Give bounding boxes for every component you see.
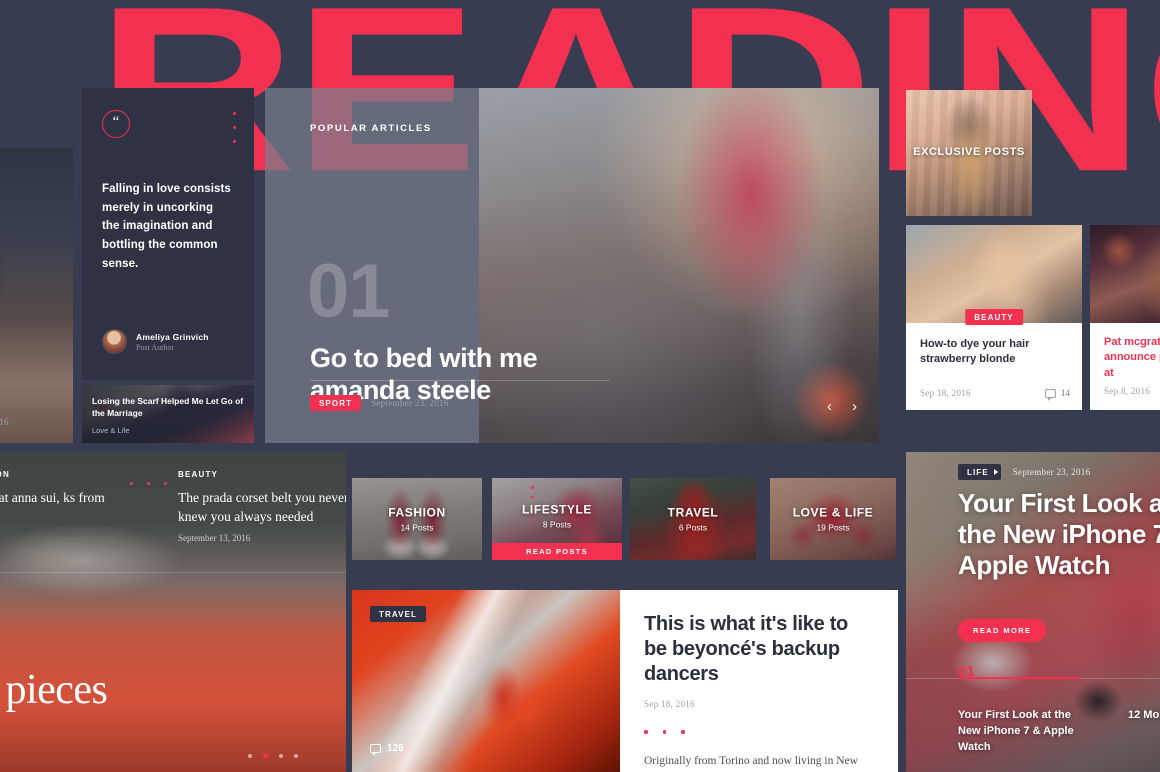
pat-photo-wrap: [1090, 225, 1160, 323]
post-b-dots-decoration: [130, 472, 181, 490]
beauty-category-chip[interactable]: BEAUTY: [965, 309, 1023, 325]
pagination-dot-3[interactable]: [279, 753, 283, 758]
fashion-count: 14 Posts: [400, 522, 434, 533]
comment-icon: [1045, 388, 1056, 401]
iphone-thumb-1[interactable]: Your First Look at the New iPhone 7 & Ap…: [958, 708, 1082, 756]
beauty-comment-count: 14: [1061, 388, 1070, 398]
beyonce-comments: 126: [370, 743, 404, 756]
pat-photo: [1090, 225, 1160, 323]
left-cutoff-title: s without: [0, 377, 63, 389]
love-life-count: 19 Posts: [816, 522, 850, 533]
beyonce-date: Sep 18, 2016: [644, 698, 695, 709]
left-cutoff-date: Sep 25, 2016: [0, 417, 9, 427]
scarf-card-body: Losing the Scarf Helped Me Let Go of the…: [92, 395, 244, 435]
iphone-date: September 23, 2016: [1012, 467, 1091, 477]
quote-mark-icon: “: [102, 110, 130, 138]
post-a-date: 6: [0, 533, 126, 543]
left-cutoff-card-body: 1 s without Sep 25, 2016: [0, 341, 73, 443]
category-tile-lifestyle[interactable]: LIFESTYLE 8 Posts READ POSTS: [492, 478, 622, 560]
hero-kicker: POPULAR ARTICLES: [310, 123, 432, 134]
iphone-thumb-2[interactable]: 12 Mo Essen Girl C: [1128, 708, 1160, 724]
post-a-title: adow at anna sui, ks from nyfw: [0, 490, 105, 505]
travel-count: 6 Posts: [678, 522, 708, 533]
hero-divider: [310, 380, 610, 381]
beyonce-excerpt: Originally from Torino and now living in…: [644, 754, 858, 767]
hero-date: September 23, 2016: [371, 398, 449, 408]
hero-slider: POPULAR ARTICLES 01 Go to bed with me am…: [265, 88, 879, 443]
left-panel-post-a[interactable]: FASHION adow at anna sui, ks from nyfw 6: [0, 470, 126, 543]
pat-mcgrath-post-card[interactable]: Pat mcgrath announce product at Sep 8, 2…: [1090, 225, 1160, 410]
hero-meta: SPORT September 23, 2016: [310, 395, 449, 411]
pagination-dot-4[interactable]: [294, 753, 298, 758]
left-panel-pagination[interactable]: [248, 753, 298, 758]
lifestyle-label-group: LIFESTYLE 8 Posts: [492, 502, 622, 529]
iphone-category-chip[interactable]: LIFE: [958, 464, 1001, 480]
pagination-dot-2-active[interactable]: [263, 753, 268, 758]
beyonce-comment-count: 126: [387, 743, 404, 754]
hero-category-chip[interactable]: SPORT: [310, 395, 362, 411]
iphone-title[interactable]: Your First Look at the New iPhone 7 & Ap…: [958, 488, 1160, 582]
iphone-slide-number: 01: [958, 663, 975, 680]
left-cutoff-number: 1: [0, 341, 63, 375]
lifestyle-name: LIFESTYLE: [521, 502, 593, 517]
lifestyle-count: 8 Posts: [542, 519, 572, 530]
left-panel-divider: [0, 572, 346, 573]
scarf-category: Love & Life: [92, 425, 130, 435]
comment-icon: [370, 744, 381, 756]
beyonce-title: This is what it's like to be beyoncé's b…: [644, 613, 848, 686]
iphone-meta: LIFE September 23, 2016: [958, 464, 1090, 480]
pagination-dot-1[interactable]: [248, 753, 252, 758]
travel-label-group: TRAVEL 6 Posts: [630, 506, 756, 533]
fashion-name: FASHION: [388, 505, 446, 520]
beauty-comments: 14: [1045, 388, 1070, 401]
cadillac-photo-wrap: TRAVEL 126: [352, 590, 620, 772]
category-tile-travel[interactable]: TRAVEL 6 Posts: [630, 478, 756, 560]
quote-author: Ameliya Grinvich Post Author: [102, 329, 209, 354]
quote-author-name: Ameliya Grinvich: [136, 331, 209, 342]
pat-date: Sep 8, 2016: [1104, 386, 1151, 396]
beyonce-post-card[interactable]: TRAVEL 126 This is what it's like to be …: [352, 590, 898, 772]
post-b-category: BEAUTY: [178, 470, 219, 479]
next-arrow-icon[interactable]: ›: [852, 398, 857, 415]
prev-arrow-icon[interactable]: ‹: [827, 398, 832, 415]
post-a-category: FASHION: [0, 470, 10, 479]
exclusive-posts-tile[interactable]: EXCLUSIVE POSTS: [906, 90, 1032, 216]
quote-dots-decoration: [233, 112, 236, 154]
love-life-label-group: LOVE & LIFE 19 Posts: [770, 506, 896, 533]
travel-name: TRAVEL: [667, 505, 719, 520]
left-panel-post-b[interactable]: BEAUTY The prada corset belt you never k…: [178, 470, 346, 543]
category-tile-fashion[interactable]: FASHION 14 Posts: [352, 478, 482, 560]
scarf-post-card[interactable]: Losing the Scarf Helped Me Let Go of the…: [82, 385, 254, 443]
beauty-date: Sep 18, 2016: [920, 388, 971, 398]
read-posts-button[interactable]: READ POSTS: [492, 543, 622, 560]
left-bottom-panel: FASHION adow at anna sui, ks from nyfw 6…: [0, 452, 346, 772]
read-more-button[interactable]: READ MORE: [958, 619, 1047, 642]
exclusive-posts-label: EXCLUSIVE POSTS: [913, 146, 1025, 159]
scarf-title: Losing the Scarf Helped Me Let Go of the…: [92, 396, 244, 419]
beyonce-category-chip[interactable]: TRAVEL: [370, 606, 427, 622]
beauty-title: How-to dye your hair strawberry blonde: [920, 338, 1030, 366]
category-tile-love-life[interactable]: LOVE & LIFE 19 Posts: [770, 478, 896, 560]
pat-title: Pat mcgrath announce product at: [1104, 336, 1160, 379]
beyonce-dots-decoration: [644, 721, 870, 739]
hero-slide-number: 01: [307, 249, 391, 334]
beauty-card-footer: Sep 18, 2016 14: [920, 388, 1070, 401]
hero-nav: ‹ ›: [827, 398, 857, 415]
quote-text: Falling in love consists merely in uncor…: [102, 183, 231, 270]
fashion-label-group: FASHION 14 Posts: [352, 506, 482, 533]
post-b-date: September 13, 2016: [178, 533, 251, 544]
left-panel-big-title: cal pieces: [0, 667, 108, 713]
avatar: [102, 329, 127, 354]
iphone-progress-bar: [958, 677, 1081, 679]
left-cutoff-card[interactable]: 1 s without Sep 25, 2016: [0, 148, 73, 443]
showcase-canvas: READING 1 s without Sep 25, 2016 “ Falli…: [0, 0, 1160, 772]
beyonce-card-body: This is what it's like to be beyoncé's b…: [620, 590, 898, 772]
quote-author-role: Post Author: [136, 342, 175, 352]
post-b-title: The prada corset belt you never knew you…: [178, 490, 346, 525]
love-life-name: LOVE & LIFE: [792, 505, 874, 520]
quote-card: “ Falling in love consists merely in unc…: [82, 88, 254, 380]
beauty-post-card[interactable]: BEAUTY How-to dye your hair strawberry b…: [906, 225, 1082, 410]
